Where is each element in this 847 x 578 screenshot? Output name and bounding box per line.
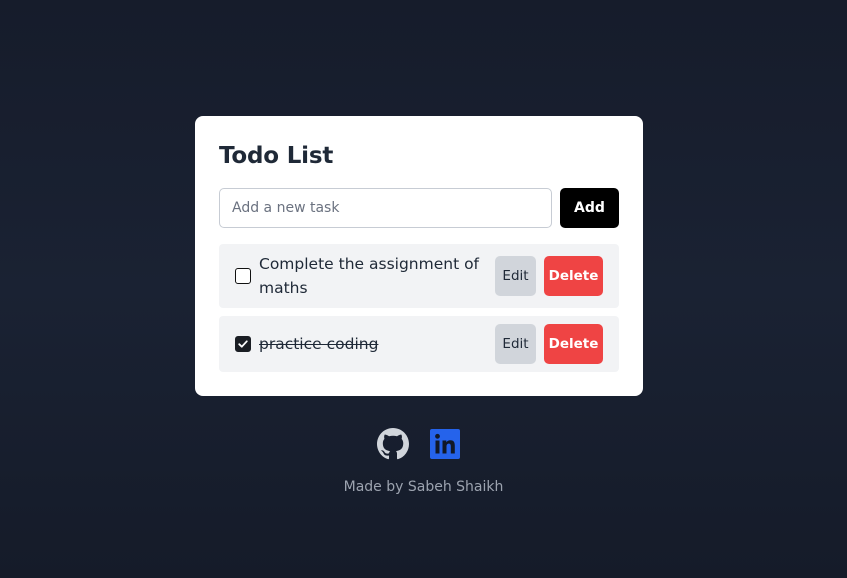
todo-text: practice coding (259, 335, 379, 353)
delete-button[interactable]: Delete (544, 324, 603, 364)
edit-button[interactable]: Edit (495, 256, 536, 296)
todo-item: practice coding Edit Delete (219, 316, 619, 372)
add-task-form: Add (219, 188, 619, 228)
todo-card: Todo List Add Complete the assignment of… (195, 116, 643, 396)
edit-button[interactable]: Edit (495, 324, 536, 364)
todo-item: Complete the assignment of maths Edit De… (219, 244, 619, 308)
delete-button[interactable]: Delete (544, 256, 603, 296)
checkmark-icon (238, 340, 248, 348)
todo-text: Complete the assignment of maths (259, 255, 480, 297)
social-links (377, 428, 461, 460)
new-task-input[interactable] (219, 188, 552, 228)
github-icon[interactable] (377, 428, 409, 460)
add-button[interactable]: Add (560, 188, 619, 228)
todo-checkbox[interactable] (235, 268, 251, 284)
todo-checkbox-checked[interactable] (235, 336, 251, 352)
footer-credit: Made by Sabeh Shaikh (343, 479, 504, 495)
linkedin-icon[interactable] (430, 429, 460, 459)
page-title: Todo List (219, 143, 334, 169)
